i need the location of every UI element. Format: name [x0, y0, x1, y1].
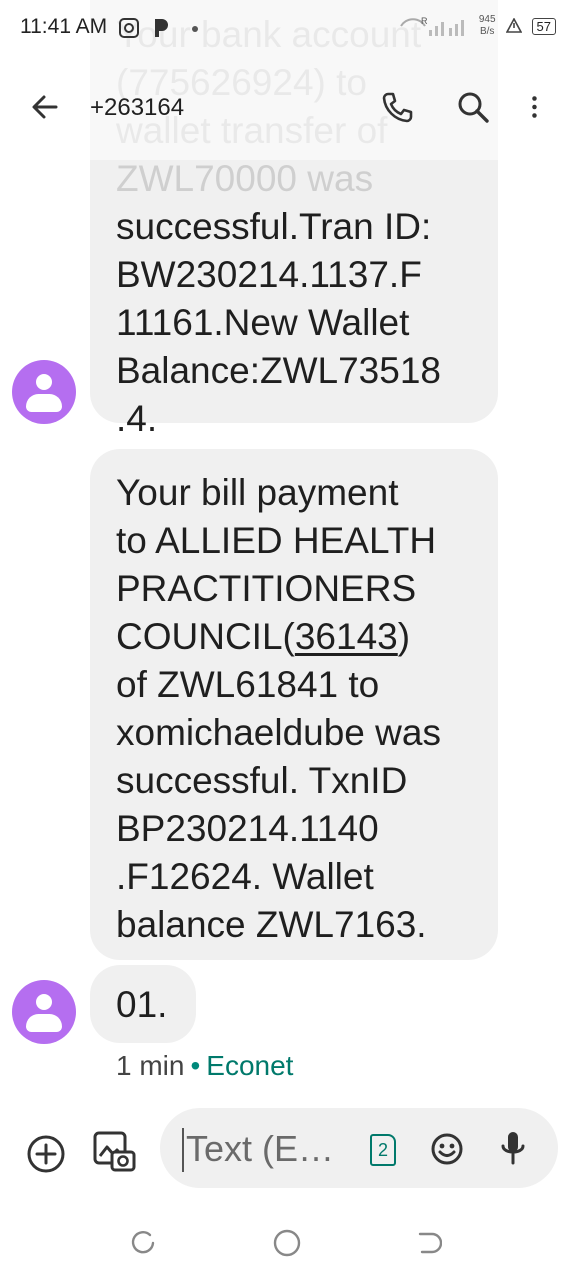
mic-icon[interactable] — [498, 1130, 528, 1166]
text-cursor — [182, 1128, 184, 1172]
composer: Text (E… 2 — [0, 1100, 574, 1210]
recents-icon[interactable] — [130, 1230, 156, 1256]
message-input-placeholder: Text (E… — [186, 1128, 335, 1169]
message-text: successful.Tran ID: BW230214.1137.F 1116… — [116, 206, 441, 439]
message-input[interactable]: Text (E… 2 — [160, 1108, 558, 1188]
message-text-part: ) of ZWL61841 to xomichaeldube was succe… — [116, 616, 441, 945]
status-time: 11:41 AM — [20, 15, 108, 38]
battery-level: 57 — [531, 17, 556, 35]
status-bar: 11:41 AM R 945 B/s 57 — [0, 0, 574, 60]
nav-bar — [0, 1210, 574, 1280]
message-bubble[interactable]: 01. — [90, 965, 196, 1043]
add-icon[interactable] — [26, 1134, 66, 1174]
meta-separator: • — [190, 1050, 201, 1081]
search-icon[interactable] — [456, 90, 490, 124]
phone-icon[interactable] — [380, 90, 414, 124]
contact-name[interactable]: +263164 — [90, 94, 184, 122]
app-bar: +263164 — [0, 60, 574, 160]
contact-avatar[interactable] — [12, 360, 76, 424]
notification-icons — [118, 15, 200, 41]
alert-icon — [505, 18, 522, 33]
back-icon[interactable] — [416, 1230, 442, 1256]
message-meta: 1 min • Econet — [116, 1050, 293, 1082]
message-text: 01. — [116, 984, 168, 1025]
more-vert-icon[interactable] — [526, 90, 550, 124]
network-speed: 945 B/s — [478, 14, 496, 37]
signal-icon: R — [399, 16, 464, 36]
carrier-label: Econet — [206, 1050, 294, 1081]
message-thread[interactable]: Your bank account (775626924) to wallet … — [0, 0, 574, 1100]
home-icon[interactable] — [272, 1228, 302, 1258]
emoji-icon[interactable] — [430, 1132, 464, 1166]
message-time: 1 min — [116, 1050, 185, 1081]
sim-select-button[interactable]: 2 — [370, 1134, 396, 1166]
gallery-icon — [119, 18, 139, 38]
back-arrow-icon[interactable] — [30, 92, 60, 122]
gallery-attach-icon[interactable] — [92, 1130, 136, 1174]
dot-icon — [192, 26, 199, 32]
status-right: R 945 B/s 57 — [399, 14, 556, 38]
p-app-icon — [155, 19, 169, 37]
svg-text:R: R — [421, 16, 428, 26]
message-bubble[interactable]: Your bill payment to ALLIED HEALTH PRACT… — [90, 449, 498, 960]
message-link-number[interactable]: 36143 — [295, 616, 398, 657]
contact-avatar[interactable] — [12, 980, 76, 1044]
